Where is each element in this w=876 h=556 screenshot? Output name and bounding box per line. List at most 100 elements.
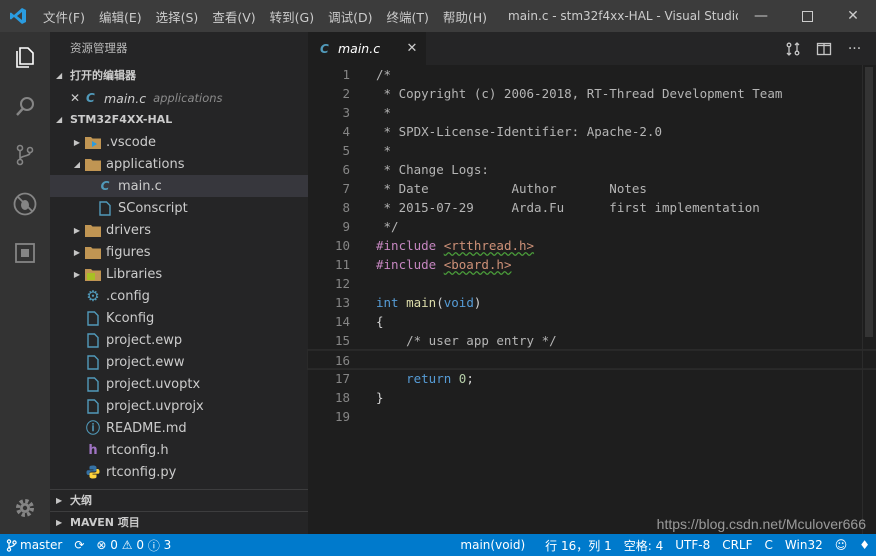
code-token: #include bbox=[376, 257, 444, 272]
tree-item[interactable]: Cmain.c bbox=[50, 175, 308, 197]
language-mode[interactable]: C bbox=[759, 538, 779, 552]
tree-item[interactable]: ▶ Libraries bbox=[50, 263, 308, 285]
code-line[interactable]: 8 * 2015-07-29 Arda.Fu first implementat… bbox=[308, 198, 876, 217]
line-number: 9 bbox=[342, 219, 350, 234]
code-line[interactable]: 6 * Change Logs: bbox=[308, 160, 876, 179]
chevron-right-icon: ▶ bbox=[73, 225, 81, 235]
code-token: * 2015-07-29 Arda.Fu first implementatio… bbox=[376, 200, 760, 215]
tree-item[interactable]: ▶ drivers bbox=[50, 219, 308, 241]
menu-item[interactable]: 选择(S) bbox=[149, 7, 206, 26]
tree-item[interactable]: ◢ applications bbox=[50, 153, 308, 175]
branch-indicator[interactable]: master bbox=[0, 538, 68, 552]
tree-item[interactable]: Kconfig bbox=[50, 307, 308, 329]
maximize-button[interactable] bbox=[784, 0, 830, 32]
code-line[interactable]: 15 /* user app entry */ bbox=[308, 331, 876, 350]
menu-item[interactable]: 转到(G) bbox=[263, 7, 321, 26]
debug-icon[interactable] bbox=[0, 179, 50, 228]
menu-item[interactable]: 调试(D) bbox=[321, 7, 379, 26]
line-number: 2 bbox=[342, 86, 350, 101]
tree-item[interactable]: project.eww bbox=[50, 351, 308, 373]
platform[interactable]: Win32 bbox=[779, 538, 829, 552]
line-number: 3 bbox=[342, 105, 350, 120]
sync-icon[interactable]: ⟳ bbox=[68, 538, 90, 552]
code-token: int bbox=[376, 295, 407, 310]
bell-icon[interactable]: ♦ bbox=[853, 538, 876, 552]
code-line[interactable]: 18} bbox=[308, 388, 876, 407]
project-header[interactable]: ◢ STM32F4XX-HAL bbox=[50, 109, 308, 131]
tree-item[interactable]: project.uvprojx bbox=[50, 395, 308, 417]
code-token: */ bbox=[376, 219, 399, 234]
code-line[interactable]: 17 return 0; bbox=[308, 369, 876, 388]
tree-item[interactable]: h rtconfig.h bbox=[50, 439, 308, 461]
tree-item[interactable]: ⚙ .config bbox=[50, 285, 308, 307]
error-count: 0 bbox=[110, 538, 118, 552]
tree-item[interactable]: ▶ .vscode bbox=[50, 131, 308, 153]
menu-item[interactable]: 查看(V) bbox=[205, 7, 262, 26]
tree-item-label: .config bbox=[106, 288, 150, 304]
close-button[interactable]: ✕ bbox=[830, 0, 876, 32]
outline-header[interactable]: ▶ 大纲 bbox=[50, 489, 308, 511]
menu-item[interactable]: 帮助(H) bbox=[436, 7, 494, 26]
search-icon[interactable] bbox=[0, 81, 50, 130]
line-number: 19 bbox=[334, 409, 350, 424]
tree-item[interactable]: ▶ figures bbox=[50, 241, 308, 263]
code-token: <rtthread.h> bbox=[443, 238, 535, 253]
code-line[interactable]: 9 */ bbox=[308, 217, 876, 236]
menu-item[interactable]: 终端(T) bbox=[379, 7, 435, 26]
vertical-scrollbar[interactable] bbox=[862, 65, 876, 534]
code-line[interactable]: 11 #include <board.h> bbox=[308, 255, 876, 274]
code-text: * Copyright (c) 2006-2018, RT-Thread Dev… bbox=[350, 84, 783, 103]
menu-bar: 文件(F) 编辑(E) 选择(S) 查看(V) 转到(G) 调试(D) 终端(T) 帮助(H) bbox=[36, 0, 494, 32]
cursor-position[interactable]: 行 16，列 1 bbox=[539, 537, 618, 554]
code-line[interactable]: 19 bbox=[308, 407, 876, 426]
code-line[interactable]: 4 * SPDX-License-Identifier: Apache-2.0 bbox=[308, 122, 876, 141]
code-token: void bbox=[443, 295, 474, 310]
code-token: return bbox=[376, 371, 459, 386]
open-changes-icon[interactable] bbox=[777, 32, 808, 65]
outline-label: 大纲 bbox=[70, 493, 92, 507]
line-number: 18 bbox=[334, 390, 350, 405]
open-editor-item[interactable]: ✕ C main.c applications bbox=[50, 87, 308, 109]
tree-item[interactable]: project.uvoptx bbox=[50, 373, 308, 395]
tab-main-c[interactable]: C main.c ✕ bbox=[308, 32, 426, 65]
code-line[interactable]: 12 bbox=[308, 274, 876, 293]
code-line[interactable]: 7 * Date Author Notes bbox=[308, 179, 876, 198]
menu-item[interactable]: 编辑(E) bbox=[92, 7, 149, 26]
minimize-button[interactable]: — bbox=[738, 0, 784, 32]
extensions-icon[interactable] bbox=[0, 228, 50, 277]
close-icon[interactable]: ✕ bbox=[398, 41, 426, 56]
tree-item[interactable]: ⓘ README.md bbox=[50, 417, 308, 439]
line-ending[interactable]: CRLF bbox=[716, 538, 758, 552]
explorer-icon[interactable] bbox=[0, 32, 50, 81]
tree-item[interactable]: project.ewp bbox=[50, 329, 308, 351]
tree-item-label: project.ewp bbox=[106, 332, 183, 348]
more-actions-icon[interactable]: ··· bbox=[839, 32, 870, 65]
code-text: int main(void) bbox=[350, 293, 481, 312]
code-line[interactable]: 3 * bbox=[308, 103, 876, 122]
tab-bar: C main.c ✕ ··· bbox=[308, 32, 876, 65]
feedback-icon[interactable]: ☺ bbox=[829, 538, 854, 552]
open-editors-header[interactable]: ◢ 打开的编辑器 bbox=[50, 65, 308, 87]
maven-header[interactable]: ▶ MAVEN 项目 bbox=[50, 511, 308, 533]
gear-icon[interactable] bbox=[0, 483, 50, 532]
code-line[interactable]: 5 * bbox=[308, 141, 876, 160]
encoding[interactable]: UTF-8 bbox=[669, 538, 716, 552]
tree-item[interactable]: rtconfig.py bbox=[50, 461, 308, 483]
indentation[interactable]: 空格: 4 bbox=[618, 537, 670, 554]
code-line[interactable]: 1 /* bbox=[308, 65, 876, 84]
code-line[interactable]: 16 bbox=[307, 349, 876, 370]
source-control-icon[interactable] bbox=[0, 130, 50, 179]
current-function[interactable]: main(void) bbox=[454, 538, 539, 552]
code-view[interactable]: 1 /* 2 * Copyright (c) 2006-2018, RT-Threa… bbox=[307, 65, 876, 534]
split-editor-icon[interactable] bbox=[808, 32, 839, 65]
scroll-thumb[interactable] bbox=[865, 67, 873, 337]
tree-item[interactable]: SConscript bbox=[50, 197, 308, 219]
menu-item[interactable]: 文件(F) bbox=[36, 7, 92, 26]
close-icon[interactable]: ✕ bbox=[70, 91, 86, 105]
code-line[interactable]: 13 int main(void) bbox=[308, 293, 876, 312]
code-line[interactable]: 10 #include <rtthread.h> bbox=[308, 236, 876, 255]
problems-indicator[interactable]: ⊗ 0 ⚠ 0 ⓘ 3 bbox=[90, 537, 177, 554]
code-text: * bbox=[350, 141, 392, 160]
code-line[interactable]: 14 { bbox=[308, 312, 876, 331]
code-line[interactable]: 2 * Copyright (c) 2006-2018, RT-Thread D… bbox=[308, 84, 876, 103]
